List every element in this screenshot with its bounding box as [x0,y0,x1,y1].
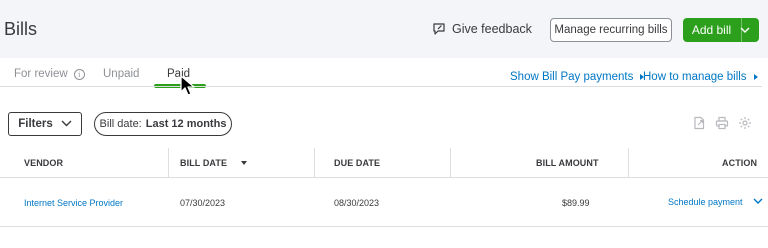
column-header-vendor[interactable]: VENDOR [24,158,63,168]
table-row: Internet Service Provider 07/30/2023 08/… [0,179,768,227]
bill-date-cell: 07/30/2023 [180,198,226,208]
print-icon[interactable] [715,116,729,135]
settings-icon[interactable] [738,116,752,135]
filters-button[interactable]: Filters [8,112,82,136]
manage-recurring-bills-button[interactable]: Manage recurring bills [550,18,672,42]
column-divider[interactable] [628,148,629,178]
add-bill-button[interactable]: Add bill [683,18,759,42]
filters-label: Filters [18,118,53,130]
split-divider [741,18,742,42]
show-bill-pay-payments-link[interactable]: Show Bill Pay payments [510,71,645,83]
info-icon[interactable]: i [73,68,85,80]
table-header-row: VENDOR BILL DATE DUE DATE BILL AMOUNT AC… [0,148,768,178]
chevron-down-icon [61,118,72,130]
chip-prefix: Bill date: [99,118,142,130]
link-label: Show Bill Pay payments [510,71,634,83]
chevron-down-icon[interactable] [753,197,763,207]
give-feedback-label: Give feedback [452,22,532,36]
mouse-cursor-icon [179,75,199,102]
sort-down-icon [241,161,248,165]
bill-date-filter-chip[interactable]: Bill date: Last 12 months [94,112,232,136]
column-divider[interactable] [314,148,315,178]
export-icon[interactable] [692,116,706,135]
link-label: How to manage bills [643,71,747,83]
feedback-icon [432,22,446,36]
schedule-payment-action[interactable]: Schedule payment [668,197,763,207]
column-divider[interactable] [450,148,451,178]
column-header-bill-date[interactable]: BILL DATE [180,158,248,168]
schedule-payment-link[interactable]: Schedule payment [668,197,743,207]
tab-unpaid[interactable]: Unpaid [103,68,139,80]
due-date-cell: 08/30/2023 [334,198,380,208]
bill-amount-cell: $89.99 [562,198,590,208]
vendor-link[interactable]: Internet Service Provider [24,198,123,208]
table-tools [692,116,752,135]
tab-label: For review [14,68,68,80]
tab-for-review[interactable]: For review i [14,68,85,80]
tabs-divider [0,86,762,87]
column-header-due-date[interactable]: DUE DATE [334,158,380,168]
add-bill-label: Add bill [691,23,732,37]
give-feedback-link[interactable]: Give feedback [432,22,532,36]
page-header: Bills Give feedback Manage recurring bil… [0,0,768,58]
caret-right-icon [753,74,758,80]
column-header-label: BILL DATE [180,158,228,168]
column-header-action: ACTION [722,158,758,168]
how-to-manage-bills-link[interactable]: How to manage bills [643,71,758,83]
column-header-bill-amount[interactable]: BILL AMOUNT [536,158,599,168]
chip-value: Last 12 months [145,118,227,130]
column-divider[interactable] [168,148,169,178]
page-title: Bills [4,19,38,39]
